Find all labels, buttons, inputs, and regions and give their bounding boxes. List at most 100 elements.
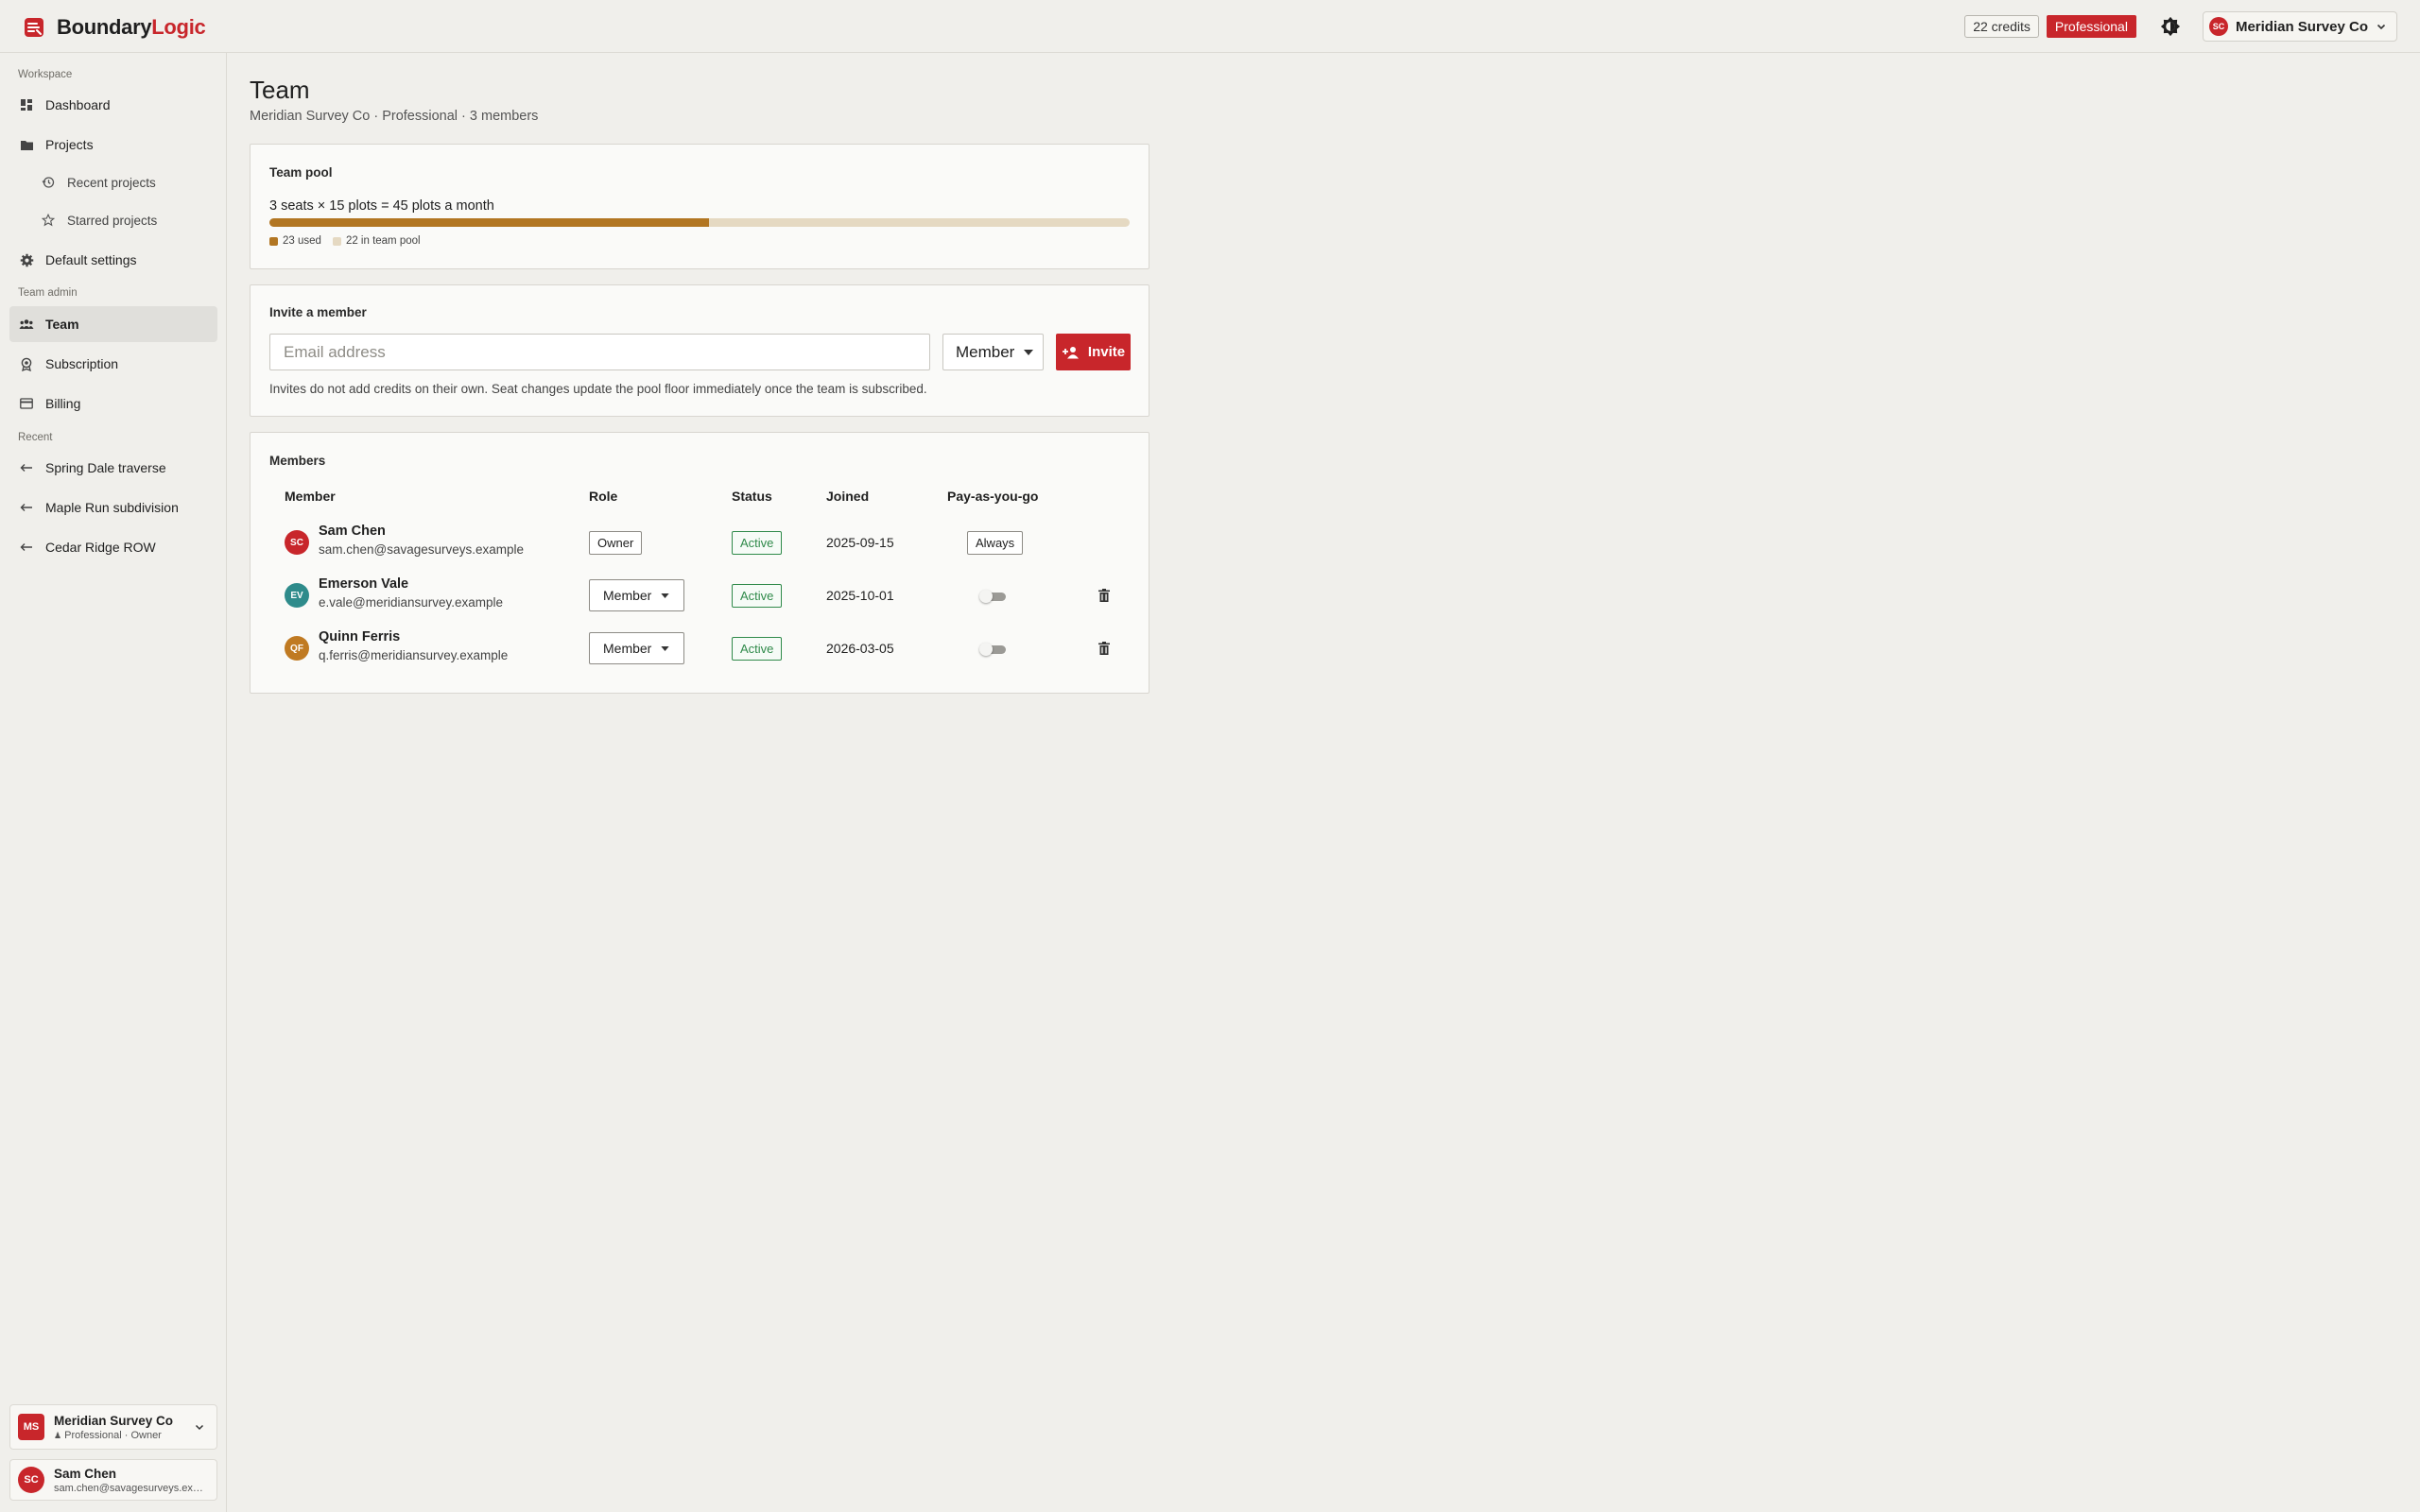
payg-badge: Always (967, 531, 1024, 555)
member-email: e.vale@meridiansurvey.example (319, 595, 504, 610)
member-avatar: QF (285, 636, 309, 661)
org-avatar: SC (2208, 17, 2228, 36)
status-badge: Active (732, 637, 783, 661)
legend-remaining-swatch (332, 236, 341, 246)
add-user-icon (1062, 346, 1079, 358)
member-avatar: SC (285, 530, 309, 555)
sidebar-item-label: Team (45, 317, 79, 332)
top-header: BoundaryLogic 22 credits Professional SC… (0, 0, 2420, 53)
section-label-recent: Recent (18, 432, 53, 443)
user-card-email: sam.chen@savagesurveys.example (54, 1482, 209, 1494)
sidebar-item-dashboard[interactable]: Dashboard (9, 87, 217, 123)
gear-icon (19, 252, 34, 267)
theme-toggle-button[interactable] (2152, 11, 2189, 42)
sidebar-item-recent-maple-run[interactable]: Maple Run subdivision (9, 490, 217, 525)
member-name: Quinn Ferris (319, 629, 401, 644)
page-subtitle: Meridian Survey Co · Professional · 3 me… (250, 109, 539, 124)
page-title: Team (250, 76, 310, 104)
role-badge: Owner (589, 531, 643, 555)
member-role-select[interactable]: Member (589, 632, 684, 664)
dashboard-icon (19, 97, 34, 112)
member-email: q.ferris@meridiansurvey.example (319, 648, 509, 662)
brand-name: BoundaryLogic (57, 15, 206, 39)
user-card-name: Sam Chen (54, 1466, 117, 1481)
column-header-member: Member (285, 489, 336, 504)
status-badge: Active (732, 584, 783, 608)
org-card[interactable]: MS Meridian Survey Co ♟ Professional · O… (9, 1404, 217, 1450)
section-label-workspace: Workspace (18, 69, 73, 80)
remove-member-button[interactable] (1097, 587, 1112, 604)
credits-badge: 22 credits (1964, 15, 2039, 38)
sidebar-item-label: Projects (45, 137, 94, 152)
member-avatar: EV (285, 583, 309, 608)
column-header-joined: Joined (826, 489, 870, 504)
invite-button[interactable]: Invite (1056, 334, 1131, 370)
column-header-role: Role (589, 489, 618, 504)
members-card: Members Member Role Status Joined Pay-as… (250, 432, 1150, 694)
return-icon (19, 540, 34, 555)
table-row: QF Quinn Ferris q.ferris@meridiansurvey.… (251, 622, 1149, 675)
return-icon (19, 500, 34, 515)
invite-note: Invites do not add credits on their own.… (269, 382, 927, 396)
payg-toggle[interactable] (979, 643, 1008, 656)
card-icon (19, 396, 34, 411)
sidebar-item-team[interactable]: Team (9, 306, 217, 342)
member-role-select[interactable]: Member (589, 579, 684, 611)
sidebar-item-label: Subscription (45, 356, 119, 371)
section-label-team-admin: Team admin (18, 287, 78, 299)
sidebar-item-default-settings[interactable]: Default settings (9, 242, 217, 278)
folder-icon (19, 137, 34, 152)
brand-logo[interactable]: BoundaryLogic (23, 15, 206, 40)
sidebar-item-label: Starred projects (67, 213, 158, 228)
email-input[interactable] (269, 334, 930, 370)
member-name: Emerson Vale (319, 576, 409, 592)
chevron-down-icon (195, 1424, 204, 1431)
team-pool-description: 3 seats × 15 plots = 45 plots a month (269, 198, 494, 214)
invite-button-label: Invite (1087, 344, 1126, 360)
status-badge: Active (732, 531, 783, 555)
caret-down-icon (1024, 349, 1034, 355)
sidebar-item-projects[interactable]: Projects (9, 127, 217, 163)
member-email: sam.chen@savagesurveys.example (319, 542, 525, 557)
chevron-down-icon (2377, 24, 2386, 30)
trash-icon (1098, 641, 1110, 655)
pool-usage-fill (269, 218, 709, 227)
pool-legend: 23 used 22 in team pool (269, 235, 421, 247)
members-title: Members (269, 454, 326, 468)
trash-icon (1098, 588, 1110, 602)
sidebar-item-recent-cedar-ridge[interactable]: Cedar Ridge ROW (9, 529, 217, 565)
sidebar-item-starred-projects[interactable]: Starred projects (9, 205, 217, 235)
invite-title: Invite a member (269, 305, 367, 319)
sidebar-item-label: Maple Run subdivision (45, 500, 179, 515)
org-card-sub: ♟ Professional · Owner (54, 1429, 162, 1441)
badge-icon (19, 356, 34, 371)
member-role-value: Member (603, 641, 652, 656)
logo-mark-icon (25, 18, 43, 37)
payg-toggle[interactable] (979, 590, 1008, 603)
legend-remaining: 22 in team pool (332, 235, 421, 247)
sidebar-item-recent-spring-dale[interactable]: Spring Dale traverse (9, 450, 217, 486)
user-card[interactable]: SC Sam Chen sam.chen@savagesurveys.examp… (9, 1459, 217, 1501)
person-icon: ♟ (54, 1430, 62, 1440)
sidebar-item-billing[interactable]: Billing (9, 386, 217, 421)
invite-role-select[interactable]: Member (942, 334, 1044, 370)
org-switcher[interactable]: SC Meridian Survey Co (2202, 11, 2397, 42)
member-role-value: Member (603, 588, 652, 603)
sidebar-item-label: Spring Dale traverse (45, 460, 166, 475)
remove-member-button[interactable] (1097, 640, 1112, 657)
sidebar: Workspace Dashboard Projects Recent proj… (0, 53, 227, 1512)
column-header-status: Status (732, 489, 772, 504)
invite-role-value: Member (956, 342, 1015, 361)
star-icon (41, 213, 56, 228)
plan-badge: Professional (2046, 15, 2136, 38)
caret-down-icon (661, 645, 670, 651)
sidebar-item-recent-projects[interactable]: Recent projects (9, 167, 217, 198)
joined-date: 2025-09-15 (826, 535, 894, 550)
org-card-name: Meridian Survey Co (54, 1413, 174, 1428)
org-name: Meridian Survey Co (2235, 18, 2368, 35)
sidebar-item-subscription[interactable]: Subscription (9, 346, 217, 382)
user-avatar: SC (18, 1467, 44, 1493)
column-header-payg: Pay-as-you-go (947, 489, 1039, 504)
team-pool-title: Team pool (269, 165, 333, 180)
return-icon (19, 460, 34, 475)
